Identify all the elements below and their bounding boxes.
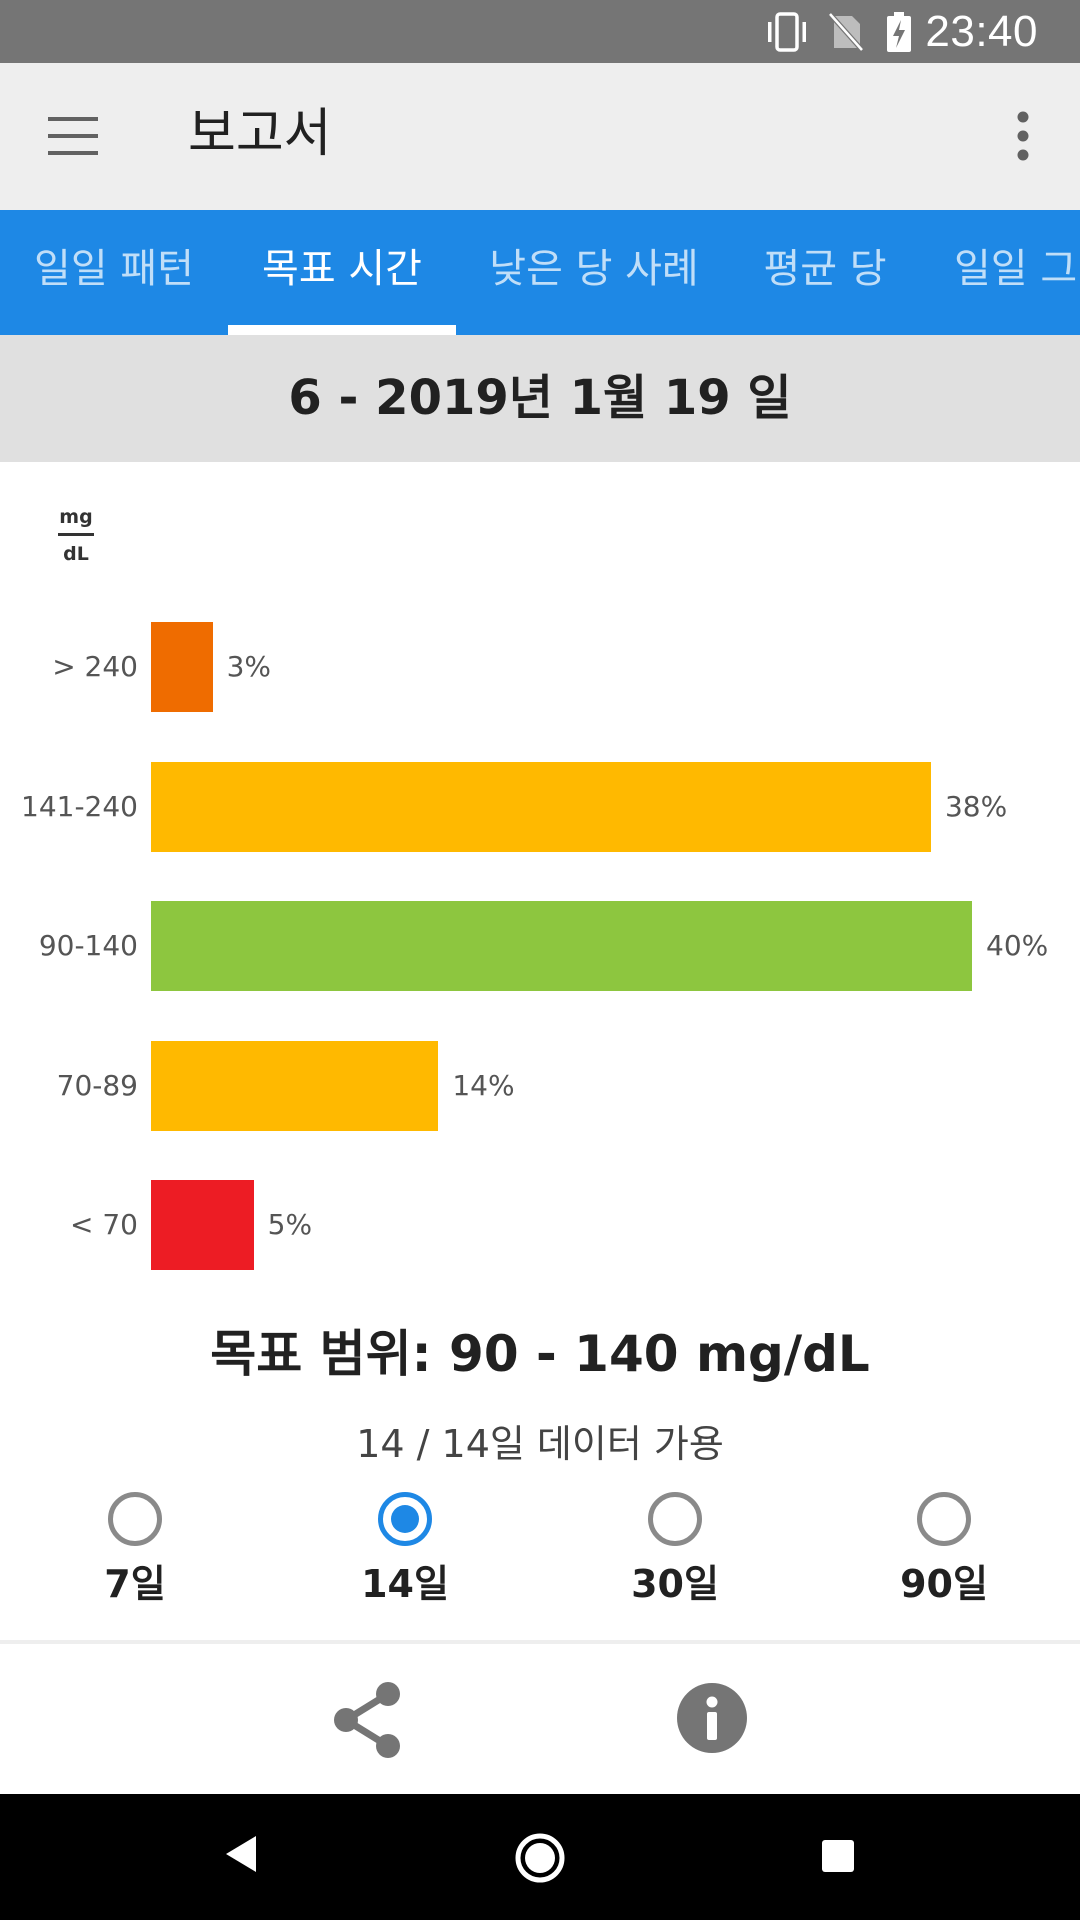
- back-icon[interactable]: [222, 1834, 258, 1878]
- radio-button-selected[interactable]: [378, 1492, 432, 1546]
- tab-indicator: [228, 325, 456, 335]
- status-bar: 23:40: [0, 0, 1080, 63]
- app-bar: 보고서: [0, 63, 1080, 210]
- period-label: 30일: [631, 1562, 719, 1606]
- radio-dot: [391, 1505, 419, 1533]
- chart-bar: [151, 622, 213, 712]
- tab-low-glucose-events[interactable]: 낮은 당 사례: [456, 210, 732, 335]
- category-label: > 240: [52, 650, 138, 683]
- period-option-30[interactable]: 30일: [595, 1484, 755, 1612]
- no-sim-icon: [828, 12, 864, 56]
- battery-charging-icon: [886, 12, 912, 56]
- tab-average-glucose[interactable]: 평균 당: [732, 210, 918, 335]
- period-option-90[interactable]: 90일: [864, 1484, 1024, 1612]
- radio-button[interactable]: [917, 1492, 971, 1546]
- menu-icon[interactable]: [44, 111, 102, 161]
- value-label: 3%: [226, 650, 271, 683]
- data-availability: 14 / 14일 데이터 가용: [356, 1422, 724, 1466]
- recents-icon[interactable]: [820, 1838, 856, 1878]
- time-in-target-chart: > 240 3% 141-240 38% 90-140 40% 70-89 14% < 70 5%: [0, 462, 1080, 1282]
- more-vert-icon[interactable]: [1008, 109, 1038, 163]
- period-label: 7일: [104, 1562, 166, 1606]
- period-option-14[interactable]: 14일: [325, 1484, 485, 1612]
- home-icon[interactable]: [514, 1832, 566, 1888]
- tab-label: 목표 시간: [262, 246, 422, 292]
- radio-button[interactable]: [108, 1492, 162, 1546]
- value-label: 38%: [944, 789, 1008, 823]
- info-icon[interactable]: [676, 1682, 748, 1754]
- chart-bar: [151, 1180, 254, 1270]
- category-label: 90-140: [38, 929, 138, 962]
- category-label: < 70: [70, 1208, 138, 1241]
- chart-bar: [151, 1040, 439, 1131]
- page-title: 보고서: [188, 104, 332, 164]
- category-label: 70-89: [56, 1068, 138, 1102]
- tab-daily-pattern[interactable]: 일일 패턴: [0, 210, 228, 335]
- vibrate-icon: [764, 12, 810, 56]
- period-label: 14일: [361, 1562, 449, 1606]
- system-nav-bar: [0, 1794, 1080, 1920]
- tab-time-in-target[interactable]: 목표 시간: [228, 210, 456, 335]
- chart-bar: [151, 761, 931, 852]
- category-label: 141-240: [21, 789, 138, 823]
- report-tabs: 일일 패턴 목표 시간 낮은 당 사례 평균 당 일일 그: [0, 210, 1080, 335]
- target-range: 목표 범위: 90 - 140 mg/dL: [210, 1325, 870, 1383]
- divider: [0, 1640, 1080, 1644]
- radio-button[interactable]: [648, 1492, 702, 1546]
- chart-bar: [151, 901, 972, 991]
- date-range-header: 6 - 2019년 1월 19 일: [0, 335, 1080, 462]
- value-label: 40%: [986, 929, 1049, 962]
- status-time: 23:40: [925, 7, 1038, 56]
- period-option-7[interactable]: 7일: [55, 1484, 215, 1612]
- value-label: 5%: [267, 1208, 313, 1241]
- tab-daily-graph[interactable]: 일일 그: [918, 210, 1080, 335]
- value-label: 14%: [452, 1068, 515, 1102]
- share-icon[interactable]: [330, 1680, 404, 1760]
- period-label: 90일: [900, 1562, 988, 1606]
